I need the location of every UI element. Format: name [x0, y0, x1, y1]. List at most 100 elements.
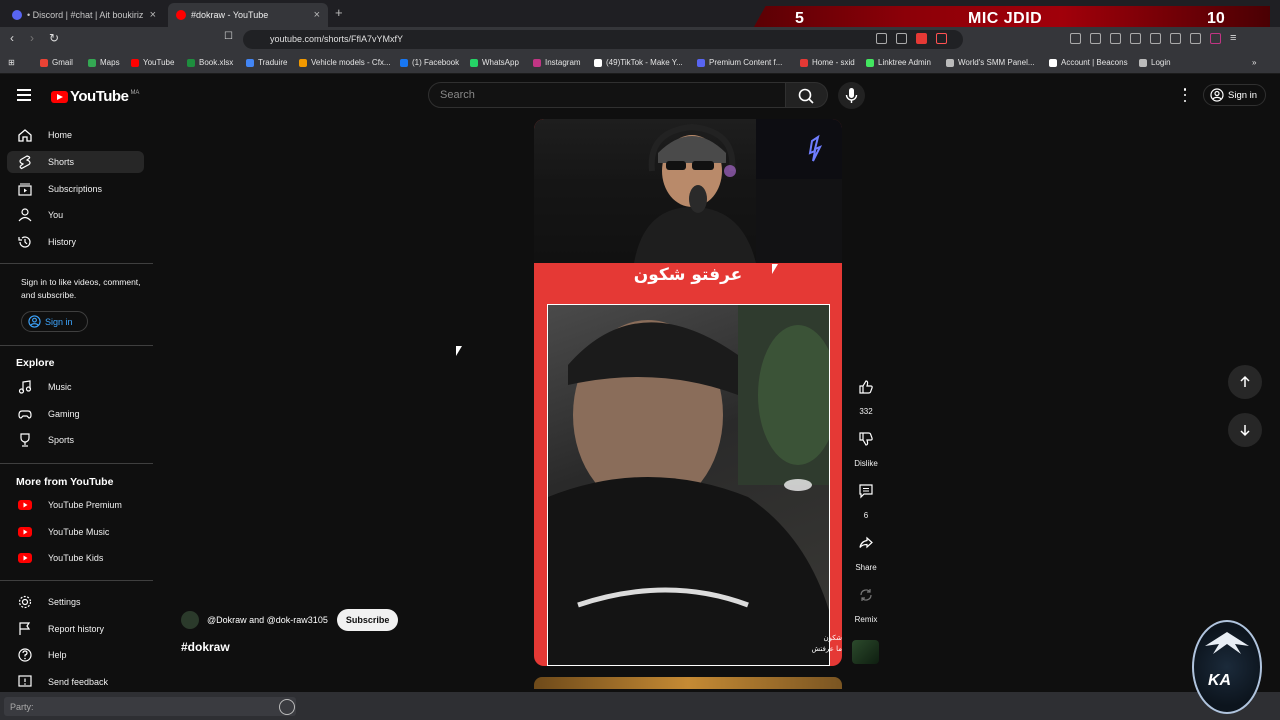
shield-icon[interactable]: [1190, 33, 1201, 44]
toolbar-right-icons: ≡: [1070, 33, 1241, 44]
like-button[interactable]: [852, 373, 880, 401]
brave-shield-icon[interactable]: [916, 33, 927, 44]
sidebar-item-history[interactable]: History: [7, 231, 144, 253]
bookmark-favicon-icon: [246, 58, 254, 67]
tab-close-icon[interactable]: ×: [314, 9, 320, 21]
forward-icon[interactable]: ›: [30, 31, 34, 45]
remix-action[interactable]: Remix: [848, 581, 884, 624]
sidebar-item-music[interactable]: Music: [7, 376, 144, 398]
party-target-icon[interactable]: [279, 699, 295, 715]
channel-name[interactable]: @Dokraw and @dok-raw3105: [207, 615, 328, 625]
bookmark-label: (49)TikTok - Make Y...: [606, 58, 683, 67]
comments-button[interactable]: [852, 477, 880, 505]
screenshot-icon[interactable]: [1110, 33, 1121, 44]
dislike-action[interactable]: Dislike: [848, 425, 884, 468]
sidebar-item-settings[interactable]: Settings: [7, 591, 144, 613]
wallet-icon[interactable]: [1150, 33, 1161, 44]
dislike-button[interactable]: [852, 425, 880, 453]
short-video-player[interactable]: عرفتو شكون: [534, 119, 842, 666]
url-text[interactable]: youtube.com/shorts/FflA7vYMxfY: [270, 34, 403, 44]
bookmark-item[interactable]: Login: [1139, 58, 1171, 67]
comments-action[interactable]: 6: [848, 477, 884, 520]
extension-icon[interactable]: [1070, 33, 1081, 44]
apps-icon[interactable]: ⊞: [8, 58, 15, 67]
share-button[interactable]: [852, 529, 880, 557]
bookmark-item[interactable]: Maps: [88, 58, 120, 67]
sidebar-item-youtube-premium[interactable]: YouTube Premium: [7, 494, 144, 516]
profile-icon[interactable]: [1210, 33, 1221, 44]
flag-icon: [16, 621, 34, 636]
search-input[interactable]: [440, 87, 770, 103]
next-short-preview[interactable]: [534, 677, 842, 689]
sidebar-item-home[interactable]: Home: [7, 124, 144, 146]
bookmark-item[interactable]: Linktree Admin: [866, 58, 931, 67]
audio-source-thumbnail[interactable]: [852, 640, 879, 664]
bookmark-item[interactable]: (1) Facebook: [400, 58, 459, 67]
bookmark-item[interactable]: Gmail: [40, 58, 73, 67]
sidebar-icon[interactable]: [1130, 33, 1141, 44]
vpn-icon[interactable]: [1170, 33, 1181, 44]
bookmark-item[interactable]: YouTube: [131, 58, 174, 67]
bookmark-item[interactable]: Book.xlsx: [187, 58, 233, 67]
extension-icon[interactable]: [936, 33, 947, 44]
bookmark-item[interactable]: Vehicle models - Cfx...: [299, 58, 391, 67]
sidebar-item-send-feedback[interactable]: Send feedback: [7, 671, 144, 693]
back-icon[interactable]: ‹: [10, 31, 14, 45]
youtube-logo[interactable]: YouTube MA: [51, 88, 139, 105]
voice-search-button[interactable]: [838, 82, 865, 109]
bookmark-item[interactable]: (49)TikTok - Make Y...: [594, 58, 683, 67]
like-action[interactable]: 332: [848, 373, 884, 416]
extension-icon[interactable]: [876, 33, 887, 44]
sidebar-item-sports[interactable]: Sports: [7, 429, 144, 451]
short-hashtag[interactable]: #dokraw: [181, 640, 230, 654]
browser-menu-icon[interactable]: ≡: [1230, 33, 1241, 44]
sidebar-item-help[interactable]: Help: [7, 644, 144, 666]
search-button[interactable]: [786, 82, 828, 108]
sidebar-sign-in-button[interactable]: Sign in: [21, 311, 88, 332]
bookmarks-overflow-icon[interactable]: »: [1252, 58, 1256, 67]
bookmark-item[interactable]: World's SMM Panel...: [946, 58, 1035, 67]
bookmark-item[interactable]: Home - sxid: [800, 58, 855, 67]
settings-menu-kebab-icon[interactable]: [1179, 88, 1191, 102]
tab-close-icon[interactable]: ×: [150, 9, 156, 21]
bookmark-item[interactable]: Account | Beacons: [1049, 58, 1128, 67]
sign-in-button[interactable]: Sign in: [1203, 84, 1266, 106]
sidebar-item-shorts[interactable]: Shorts: [7, 150, 144, 173]
remix-button[interactable]: [852, 581, 880, 609]
channel-avatar[interactable]: [181, 611, 199, 629]
bookmark-favicon-icon: [1049, 58, 1057, 67]
sidebar-item-youtube-kids[interactable]: YouTube Kids: [7, 547, 144, 569]
share-action[interactable]: Share: [848, 529, 884, 572]
bookmark-item[interactable]: Traduire: [246, 58, 288, 67]
sidebar-item-label: YouTube Music: [48, 526, 110, 537]
bookmark-item[interactable]: Premium Content f...: [697, 58, 782, 67]
tab-youtube[interactable]: #dokraw - YouTube ×: [168, 3, 328, 27]
bookmark-item[interactable]: WhatsApp: [470, 58, 519, 67]
bookmark-icon[interactable]: ☐: [224, 31, 233, 42]
sidebar-item-subscriptions[interactable]: Subscriptions: [7, 178, 144, 200]
dislike-label: Dislike: [854, 459, 878, 468]
sidebar-item-you[interactable]: You: [7, 204, 144, 226]
sidebar-item-label: You: [48, 210, 64, 221]
new-tab-button[interactable]: +: [335, 5, 343, 20]
stream-overlay-right-number: 10: [1207, 10, 1225, 27]
sidebar-item-label: Sports: [48, 435, 75, 446]
sidebar-item-label: Gaming: [48, 408, 80, 419]
settings-icon: [16, 595, 34, 609]
subscribe-button[interactable]: Subscribe: [336, 609, 399, 631]
sidebar-item-gaming[interactable]: Gaming: [7, 403, 144, 425]
sidebar-item-report-history[interactable]: Report history: [7, 618, 144, 640]
previous-short-button[interactable]: [1228, 365, 1262, 399]
comment-count: 6: [863, 511, 869, 520]
sidebar-item-youtube-music[interactable]: YouTube Music: [7, 521, 144, 543]
next-short-button[interactable]: [1228, 413, 1262, 447]
bookmark-item[interactable]: Instagram: [533, 58, 581, 67]
sidebar-item-label: Shorts: [48, 156, 75, 167]
hamburger-menu-icon[interactable]: [17, 89, 31, 101]
extension-icon[interactable]: [896, 33, 907, 44]
tab-discord[interactable]: • Discord | #chat | Ait boukiriz ×: [4, 3, 164, 27]
sidebar-item-label: Subscriptions: [48, 183, 103, 194]
reload-icon[interactable]: ↻: [49, 31, 59, 45]
party-input[interactable]: [4, 697, 296, 716]
puzzle-icon[interactable]: [1090, 33, 1101, 44]
